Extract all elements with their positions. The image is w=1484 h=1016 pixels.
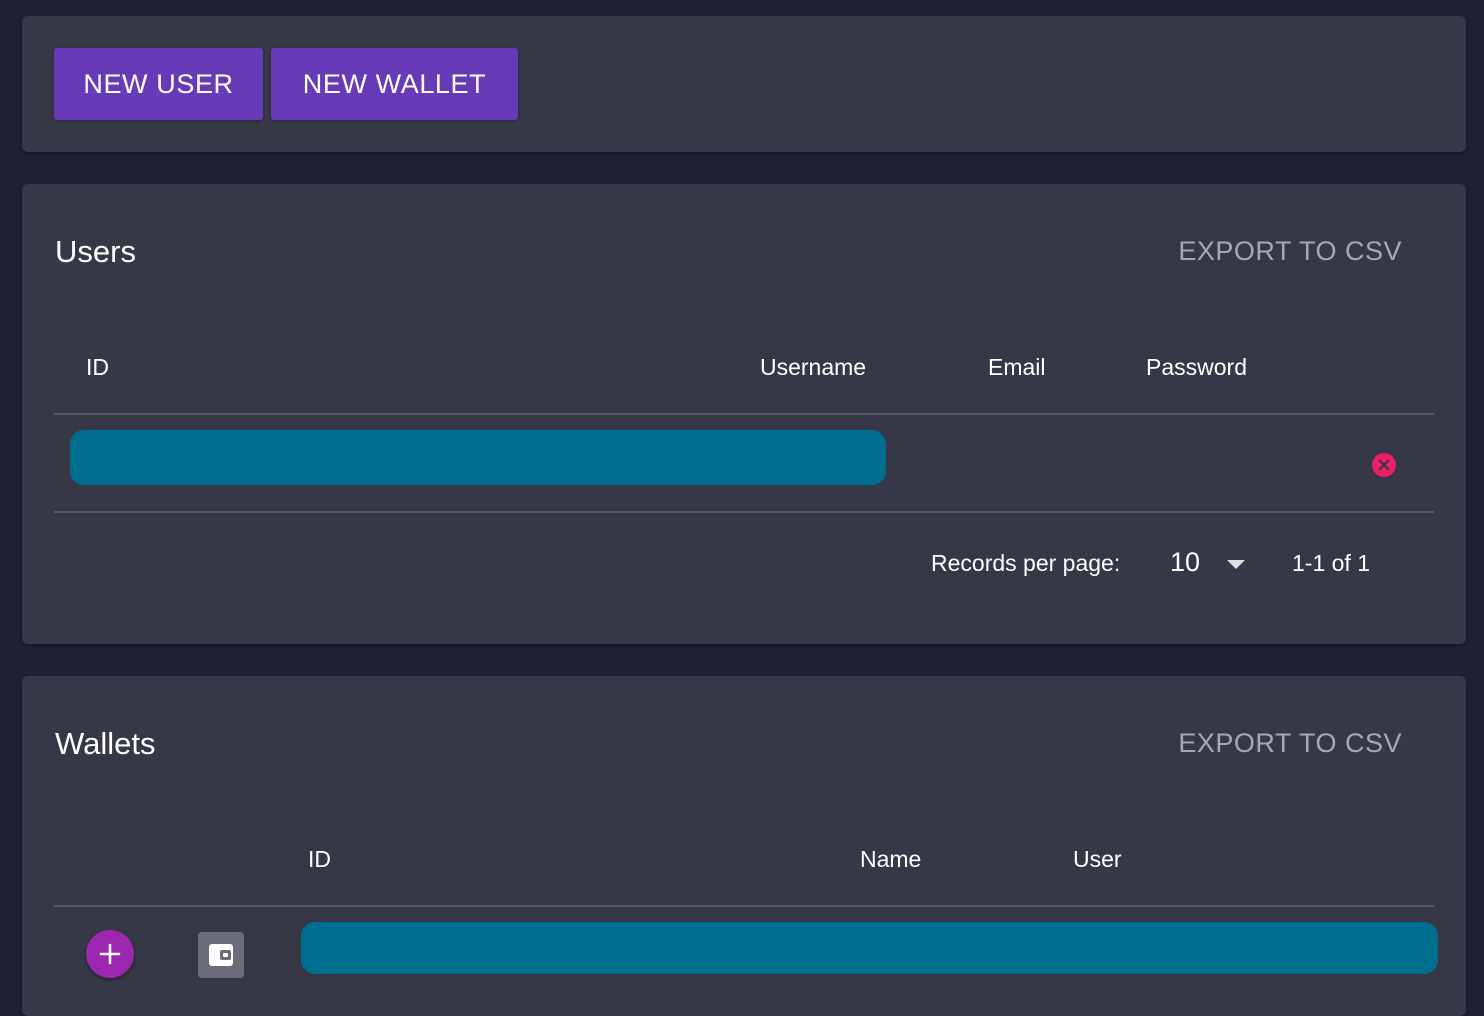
wallet-icon[interactable] — [198, 932, 244, 978]
wallets-column-user[interactable]: User — [1073, 846, 1122, 873]
plus-icon[interactable] — [86, 930, 134, 978]
wallets-export-csv-button[interactable]: EXPORT TO CSV — [1178, 728, 1402, 759]
users-column-id[interactable]: ID — [86, 354, 109, 381]
close-circle-icon[interactable] — [1372, 453, 1396, 477]
users-card: Users EXPORT TO CSV ID Username Email Pa… — [22, 184, 1466, 644]
users-row-divider — [54, 511, 1434, 513]
wallets-column-id[interactable]: ID — [308, 846, 331, 873]
wallets-header-divider — [54, 905, 1434, 907]
chevron-down-icon[interactable] — [1227, 560, 1245, 569]
records-per-page-select[interactable]: 10 — [1170, 547, 1200, 578]
new-user-button[interactable]: NEW USER — [54, 48, 263, 120]
records-per-page-label: Records per page: — [931, 550, 1121, 576]
users-header-divider — [54, 413, 1434, 415]
new-wallet-button[interactable]: NEW WALLET — [271, 48, 518, 120]
users-export-csv-button[interactable]: EXPORT TO CSV — [1178, 236, 1402, 267]
toolbar-card: NEW USER NEW WALLET — [22, 16, 1466, 152]
wallets-row-redacted-bar — [301, 922, 1438, 974]
users-title: Users — [55, 234, 136, 269]
wallets-column-name[interactable]: Name — [860, 846, 921, 873]
users-column-password[interactable]: Password — [1146, 354, 1247, 381]
wallets-card: Wallets EXPORT TO CSV ID Name User — [22, 676, 1466, 1016]
users-column-email[interactable]: Email — [988, 354, 1046, 381]
users-row-redacted-bar — [70, 430, 886, 485]
wallets-title: Wallets — [55, 726, 156, 761]
users-column-username[interactable]: Username — [760, 354, 866, 381]
pagination-range: 1-1 of 1 — [1292, 550, 1370, 576]
